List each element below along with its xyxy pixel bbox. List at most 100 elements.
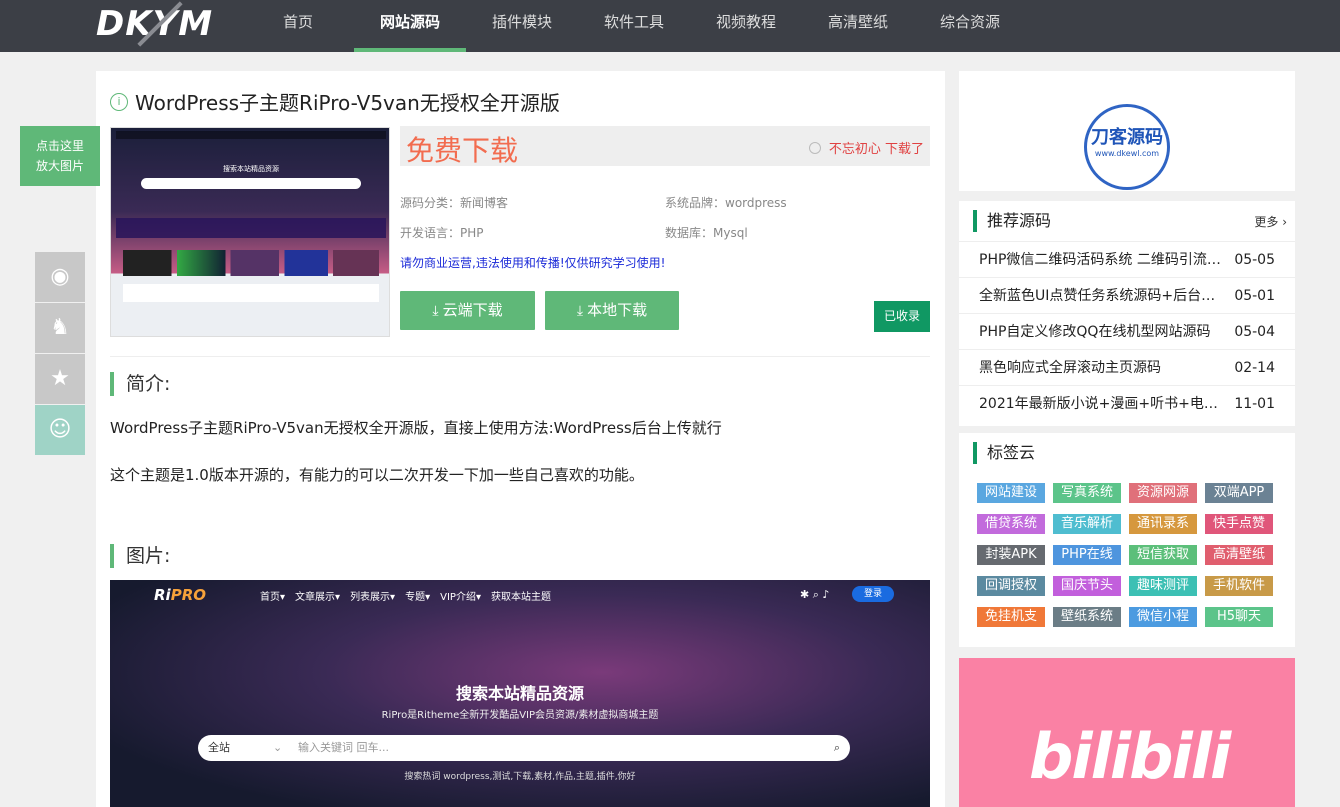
- preview-login-button: 登录: [852, 586, 894, 602]
- tag-item[interactable]: 双端APP: [1205, 483, 1273, 503]
- cloud-download-button[interactable]: ⤓ 云端下载: [400, 291, 535, 330]
- preview-search-scope: 全站: [208, 741, 230, 754]
- included-badge[interactable]: 已收录: [874, 301, 930, 332]
- tag-item[interactable]: 高清壁纸: [1205, 545, 1273, 565]
- preview-menu: 首页▾ 文章展示▾ 列表展示▾ 专题▾ VIP介绍▾ 获取本站主题: [260, 588, 551, 603]
- rec-date: 05-04: [1234, 324, 1275, 340]
- dkewl-logo-url: www.dkewl.com: [1094, 149, 1160, 158]
- tag-item[interactable]: 通讯录系: [1129, 514, 1197, 534]
- recommended-list: PHP微信二维码活码系统 二维码引流源码 05-05 全新蓝色UI点赞任务系统源码…: [959, 241, 1295, 421]
- preview-logo-pro: PRO: [170, 586, 206, 604]
- tag-item[interactable]: 音乐解析: [1053, 514, 1121, 534]
- post-thumbnail[interactable]: 搜索本站精品资源: [110, 127, 390, 337]
- rec-date: 11-01: [1234, 396, 1275, 412]
- thumb-cards: [123, 250, 379, 276]
- preview-heading: 搜索本站精品资源: [455, 684, 584, 703]
- dkewl-logo-text: 刀客源码: [1091, 127, 1163, 148]
- thumb-heading: 搜索本站精品资源: [223, 165, 279, 173]
- preview-menu-item: 获取本站主题: [490, 592, 551, 603]
- bilibili-logo: bilibili: [1029, 720, 1231, 793]
- download-icon: ⤓: [576, 303, 584, 319]
- preview-menu-item: 专题▾: [405, 592, 431, 603]
- tag-item[interactable]: 短信获取: [1129, 545, 1197, 565]
- images-heading: 图片:: [110, 544, 170, 568]
- site-logo[interactable]: DKYM: [96, 4, 213, 44]
- thumb-stats: [116, 218, 386, 238]
- preview-logo-ri: Ri: [154, 586, 171, 604]
- author-text: 不忘初心 下载了: [828, 142, 924, 157]
- thumb-search: [141, 178, 361, 189]
- preview-image[interactable]: RiPRO 首页▾ 文章展示▾ 列表展示▾ 专题▾ VIP介绍▾ 获取本站主题 …: [110, 580, 930, 807]
- preview-search-bar: 全站 ⌄ 输入关键词 回车... ⌕: [198, 735, 850, 761]
- tag-item[interactable]: 借贷系统: [977, 514, 1045, 534]
- divider: [110, 356, 930, 357]
- list-item[interactable]: 黑色响应式全屏滚动主页源码 02-14: [959, 349, 1295, 385]
- nav-website-source[interactable]: 网站源码: [354, 0, 466, 52]
- tag-item[interactable]: 免挂机支: [977, 607, 1045, 627]
- preview-menu-item: 列表展示▾: [350, 592, 396, 603]
- preview-menu-item: 文章展示▾: [295, 592, 341, 603]
- dkewl-logo[interactable]: 刀客源码 www.dkewl.com: [1084, 104, 1170, 190]
- bilibili-banner[interactable]: bilibili: [959, 658, 1295, 807]
- tag-item[interactable]: 趣味测评: [1129, 576, 1197, 596]
- local-download-label: 本地下载: [587, 301, 648, 319]
- rec-title: PHP自定义修改QQ在线机型网站源码: [979, 324, 1211, 340]
- tag-item[interactable]: 写真系统: [1053, 483, 1121, 503]
- author-download-note[interactable]: 不忘初心 下载了: [808, 138, 924, 157]
- nav-resources[interactable]: 综合资源: [914, 0, 1026, 52]
- more-link[interactable]: 更多 ›: [1254, 213, 1287, 230]
- nav-home[interactable]: 首页: [242, 0, 354, 52]
- download-icon: ⤓: [432, 303, 439, 319]
- preview-menu-item: 首页▾: [260, 592, 286, 603]
- qq-icon[interactable]: ♞: [35, 303, 85, 353]
- nav-wallpaper[interactable]: 高清壁纸: [802, 0, 914, 52]
- search-icon: ⌕: [833, 741, 840, 754]
- preview-nav: RiPRO 首页▾ 文章展示▾ 列表展示▾ 专题▾ VIP介绍▾ 获取本站主题 …: [110, 580, 930, 610]
- rec-title: 全新蓝色UI点赞任务系统源码+后台模版: [979, 288, 1229, 304]
- tag-item[interactable]: 封装APK: [977, 545, 1045, 565]
- preview-subheading: RiPro是Ritheme全新开发酷品VIP会员资源/素材虚拟商城主题: [381, 710, 659, 721]
- rec-title: 黑色响应式全屏滚动主页源码: [979, 360, 1161, 376]
- tag-item[interactable]: 手机软件: [1205, 576, 1273, 596]
- top-navbar: DKYM 首页 网站源码 插件模块 软件工具 视频教程 高清壁纸 综合资源: [0, 0, 1340, 52]
- user-icon: [808, 142, 821, 154]
- rec-date: 05-05: [1234, 252, 1275, 268]
- meta-category: 源码分类：新闻博客: [400, 196, 509, 210]
- thumb-nav: [116, 131, 386, 139]
- nav-software[interactable]: 软件工具: [578, 0, 690, 52]
- list-item[interactable]: PHP自定义修改QQ在线机型网站源码 05-04: [959, 313, 1295, 349]
- free-download-label: 免费下载: [406, 134, 519, 167]
- tag-item[interactable]: 资源网源: [1129, 483, 1197, 503]
- tag-item[interactable]: 壁纸系统: [1053, 607, 1121, 627]
- weibo-icon[interactable]: ◉: [35, 252, 85, 302]
- local-download-button[interactable]: ⤓ 本地下载: [545, 291, 679, 330]
- tag-item[interactable]: 网站建设: [977, 483, 1045, 503]
- list-item[interactable]: PHP微信二维码活码系统 二维码引流源码 05-05: [959, 241, 1295, 277]
- tag-cloud: 网站建设 写真系统 资源网源 双端APP 借贷系统 音乐解析 通讯录系 快手点赞封装APK PH…: [977, 483, 1287, 627]
- usage-warning: 请勿商业运营,违法使用和传播!仅供研究学习使用!: [400, 256, 666, 270]
- recommended-widget: 推荐源码 更多 › PHP微信二维码活码系统 二维码引流源码 05-05 全新蓝色…: [959, 201, 1295, 426]
- info-icon: i: [110, 92, 128, 111]
- tag-item[interactable]: 回调授权: [977, 576, 1045, 596]
- download-box: 免费下载 不忘初心 下载了: [400, 126, 930, 167]
- list-item[interactable]: 2021年最新版小说+漫画+听书+电影源码 11-01: [959, 385, 1295, 421]
- nav-plugins[interactable]: 插件模块: [466, 0, 578, 52]
- tag-item[interactable]: 国庆节头: [1053, 576, 1121, 596]
- list-item[interactable]: 全新蓝色UI点赞任务系统源码+后台模版 05-01: [959, 277, 1295, 313]
- chevron-down-icon: ⌄: [273, 741, 283, 754]
- preview-menu-item: VIP介绍▾: [440, 592, 481, 603]
- nav-video[interactable]: 视频教程: [690, 0, 802, 52]
- tag-item[interactable]: H5聊天: [1205, 607, 1273, 627]
- enlarge-image-button[interactable]: 点击这里 放大图片: [20, 126, 100, 186]
- recommended-title: 推荐源码: [973, 210, 1051, 232]
- wechat-icon[interactable]: ☺: [35, 405, 85, 455]
- tag-item[interactable]: 微信小程: [1129, 607, 1197, 627]
- preview-hot-words: 搜索热词 wordpress,测试,下载,素材,作品,主题,插件,你好: [404, 772, 636, 782]
- tag-item[interactable]: 快手点赞: [1205, 514, 1273, 534]
- cloud-download-label: 云端下载: [442, 301, 503, 319]
- tag-item[interactable]: PHP在线: [1053, 545, 1121, 565]
- rec-date: 02-14: [1234, 360, 1275, 376]
- main-nav: 首页 网站源码 插件模块 软件工具 视频教程 高清壁纸 综合资源: [242, 0, 1026, 52]
- meta-brand: 系统品牌：wordpress: [665, 196, 787, 210]
- qzone-icon[interactable]: ★: [35, 354, 85, 404]
